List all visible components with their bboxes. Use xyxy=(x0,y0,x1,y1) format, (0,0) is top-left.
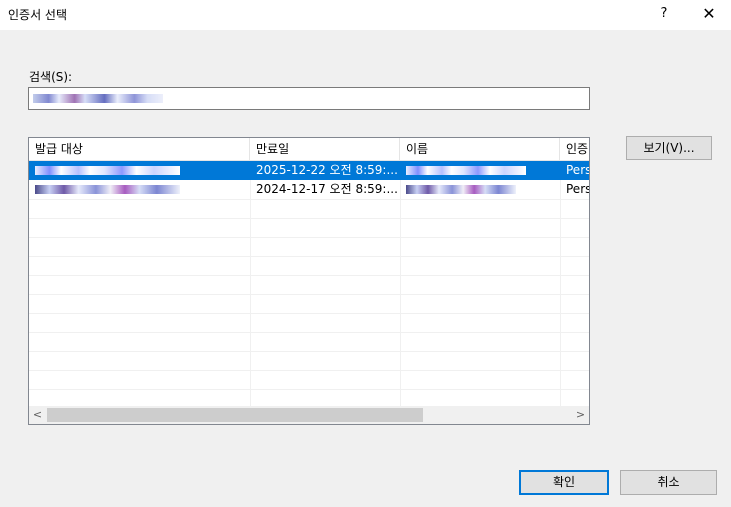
purpose-cell: Pers xyxy=(566,163,590,177)
obscured-text xyxy=(35,166,180,175)
scrollbar-thumb[interactable] xyxy=(47,408,423,422)
window-title: 인증서 선택 xyxy=(8,8,68,22)
issued-to-cell xyxy=(29,161,250,180)
name-cell xyxy=(400,161,560,180)
column-header-issued-to[interactable]: 발급 대상 xyxy=(29,138,250,161)
expiry-cell: 2025-12-22 오전 8:59:... xyxy=(256,163,398,177)
horizontal-scrollbar[interactable]: < > xyxy=(29,406,589,424)
obscured-text xyxy=(35,185,180,194)
expiry-cell: 2024-12-17 오전 8:59:... xyxy=(256,182,398,196)
close-icon[interactable]: ✕ xyxy=(696,2,722,26)
view-button[interactable]: 보기(V)... xyxy=(626,136,712,160)
purpose-cell: Pers xyxy=(566,182,590,196)
cancel-button[interactable]: 취소 xyxy=(620,470,717,495)
title-bar: 인증서 선택 ? ✕ xyxy=(0,0,731,30)
table-row[interactable]: 2024-12-17 오전 8:59:... Pers xyxy=(29,180,589,199)
name-cell xyxy=(400,180,560,199)
issued-to-cell xyxy=(29,180,250,199)
search-label: 검색(S): xyxy=(29,70,73,84)
chevron-left-icon[interactable]: < xyxy=(29,406,46,424)
obscured-text xyxy=(406,166,526,175)
ok-button[interactable]: 확인 xyxy=(519,470,609,495)
obscured-text xyxy=(406,185,516,194)
search-input[interactable] xyxy=(28,87,590,110)
help-button[interactable]: ? xyxy=(653,2,675,26)
search-value-obscured xyxy=(33,94,163,103)
table-row-selected[interactable]: 2025-12-22 오전 8:59:... Pers xyxy=(29,161,589,180)
column-header-expiry[interactable]: 만료일 xyxy=(250,138,400,161)
certificate-list[interactable]: 발급 대상 만료일 이름 인증 2025-12-22 오전 8:59:... P… xyxy=(28,137,590,425)
chevron-right-icon[interactable]: > xyxy=(572,406,589,424)
column-header-purpose[interactable]: 인증 xyxy=(560,138,589,161)
column-header-name[interactable]: 이름 xyxy=(400,138,560,161)
list-header: 발급 대상 만료일 이름 인증 xyxy=(29,138,589,161)
